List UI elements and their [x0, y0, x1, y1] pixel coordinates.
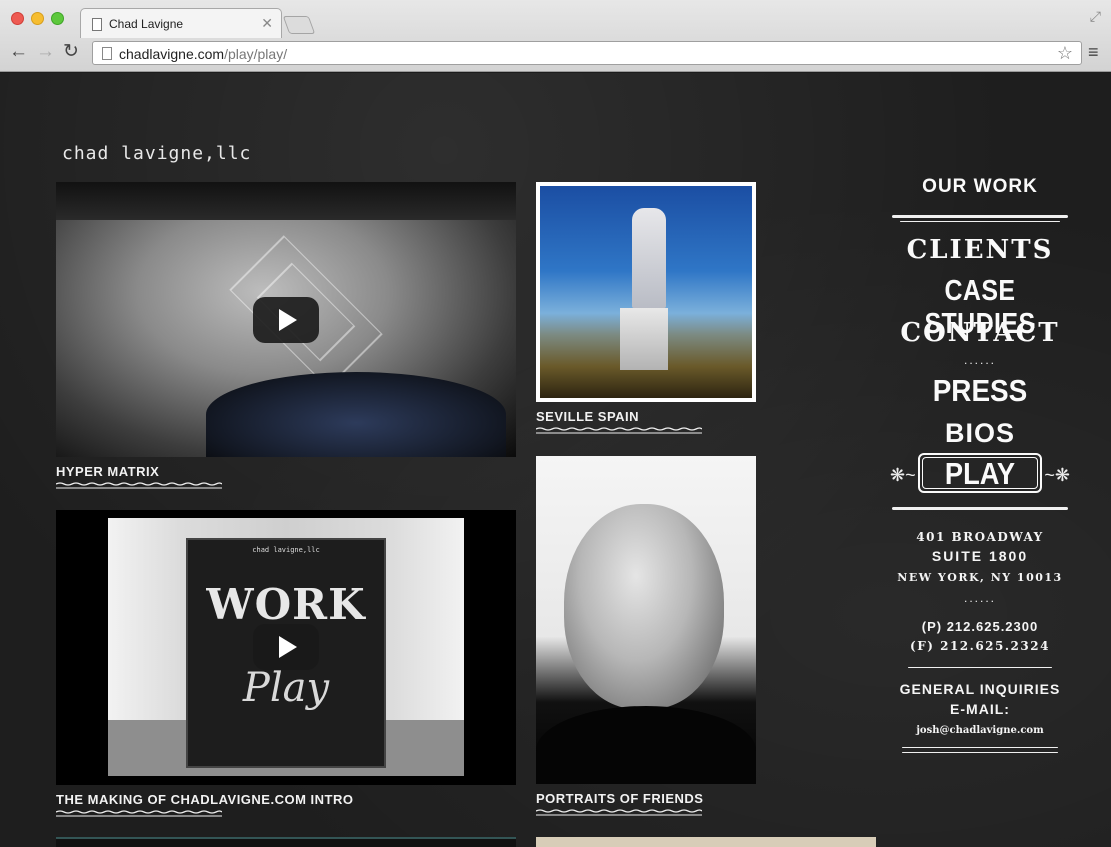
url-text[interactable]: chadlavigne.com/play/play/ — [119, 46, 287, 62]
reload-icon[interactable]: ↻ — [63, 42, 79, 62]
fullscreen-icon[interactable]: ⤢ — [1090, 8, 1101, 25]
squiggle-underline — [56, 482, 222, 489]
pedestal — [620, 308, 668, 370]
address-bar[interactable]: chadlavigne.com/play/play/ ☆ — [92, 41, 1082, 65]
divider — [908, 667, 1052, 668]
site-logo[interactable]: chad lavigne,llc — [62, 143, 251, 164]
url-domain: chadlavigne.com — [119, 46, 225, 62]
phone-number: (P) 212.625.2300 — [921, 619, 1039, 634]
dot-separator: ...... — [963, 353, 996, 367]
video-ceiling — [56, 182, 516, 220]
nav-clients[interactable]: CLIENTS — [888, 235, 1072, 265]
nav-our-work[interactable]: OUR WORK — [888, 176, 1072, 198]
tile-label-seville-spain[interactable]: SEVILLE SPAIN — [536, 409, 639, 424]
close-tab-icon[interactable]: ✕ — [261, 15, 273, 32]
divider — [892, 507, 1068, 510]
photo-tile-partial[interactable] — [536, 837, 876, 847]
audience — [206, 372, 506, 457]
address-line3: NEW YORK, NY 10013 — [897, 571, 1063, 584]
portrait-head — [564, 504, 724, 709]
address-line2: SUITE 1800 — [931, 548, 1029, 564]
portrait-shirt — [536, 706, 756, 784]
squiggle-underline — [536, 427, 702, 434]
tab-title: Chad Lavigne — [109, 17, 184, 31]
video-hyper-matrix[interactable] — [56, 182, 516, 457]
video-making-of-intro[interactable]: chad lavigne,llc WORK Play — [56, 510, 516, 785]
page-icon — [92, 18, 102, 31]
squiggle-underline — [56, 810, 222, 817]
statue — [632, 208, 666, 308]
divider — [902, 747, 1058, 748]
minimize-window-button[interactable] — [31, 12, 44, 25]
divider — [892, 215, 1068, 218]
bookmark-star-icon[interactable]: ☆ — [1057, 43, 1073, 64]
nav-contact[interactable]: CONTACT — [888, 318, 1072, 348]
nav-press[interactable]: PRESS — [897, 373, 1063, 409]
new-tab-button[interactable] — [282, 16, 316, 34]
flourish-right-icon: ~❋ — [1044, 465, 1070, 485]
zoom-window-button[interactable] — [51, 12, 64, 25]
video-tile-partial[interactable] — [56, 837, 516, 847]
email-label: E-MAIL: — [950, 701, 1010, 717]
photo-image — [540, 186, 752, 398]
page-content: chad lavigne,llc HYPER MATRIX SEVILLE SP… — [0, 73, 1111, 847]
play-icon[interactable] — [253, 297, 319, 343]
nav-bios[interactable]: BIOS — [888, 418, 1072, 449]
divider — [900, 221, 1060, 222]
dot-separator: ...... — [963, 591, 996, 605]
inquiries-label: GENERAL INQUIRIES — [899, 681, 1061, 697]
nav-play[interactable]: PLAY — [899, 456, 1061, 492]
board-play-text: Play — [242, 665, 330, 711]
menu-icon[interactable]: ≡ — [1088, 42, 1099, 63]
tile-label-making-of[interactable]: THE MAKING OF CHADLAVIGNE.COM INTRO — [56, 792, 353, 807]
url-path: /play/play/ — [224, 46, 288, 62]
tile-label-hyper-matrix[interactable]: HYPER MATRIX — [56, 464, 159, 479]
forward-arrow-icon[interactable]: → — [36, 42, 55, 62]
close-window-button[interactable] — [11, 12, 24, 25]
tile-label-portraits[interactable]: PORTRAITS OF FRIENDS — [536, 791, 703, 806]
back-arrow-icon[interactable]: ← — [9, 42, 28, 62]
photo-seville-spain[interactable] — [536, 182, 756, 402]
board-logo-text: chad lavigne,llc — [252, 546, 320, 554]
photo-portraits-of-friends[interactable] — [536, 456, 756, 784]
email-link[interactable]: josh@chadlavigne.com — [888, 725, 1072, 736]
board-work-text: WORK — [206, 580, 366, 629]
browser-tab[interactable]: Chad Lavigne ✕ — [80, 8, 282, 38]
address-line1: 401 BROADWAY — [916, 530, 1044, 544]
squiggle-underline — [536, 809, 702, 816]
fax-number: (F) 212.625.2324 — [910, 639, 1050, 653]
browser-chrome: Chad Lavigne ✕ ⤢ ← → ↻ chadlavigne.com/p… — [0, 0, 1111, 72]
page-icon — [102, 47, 112, 60]
divider — [902, 752, 1058, 753]
play-icon[interactable] — [253, 624, 319, 670]
